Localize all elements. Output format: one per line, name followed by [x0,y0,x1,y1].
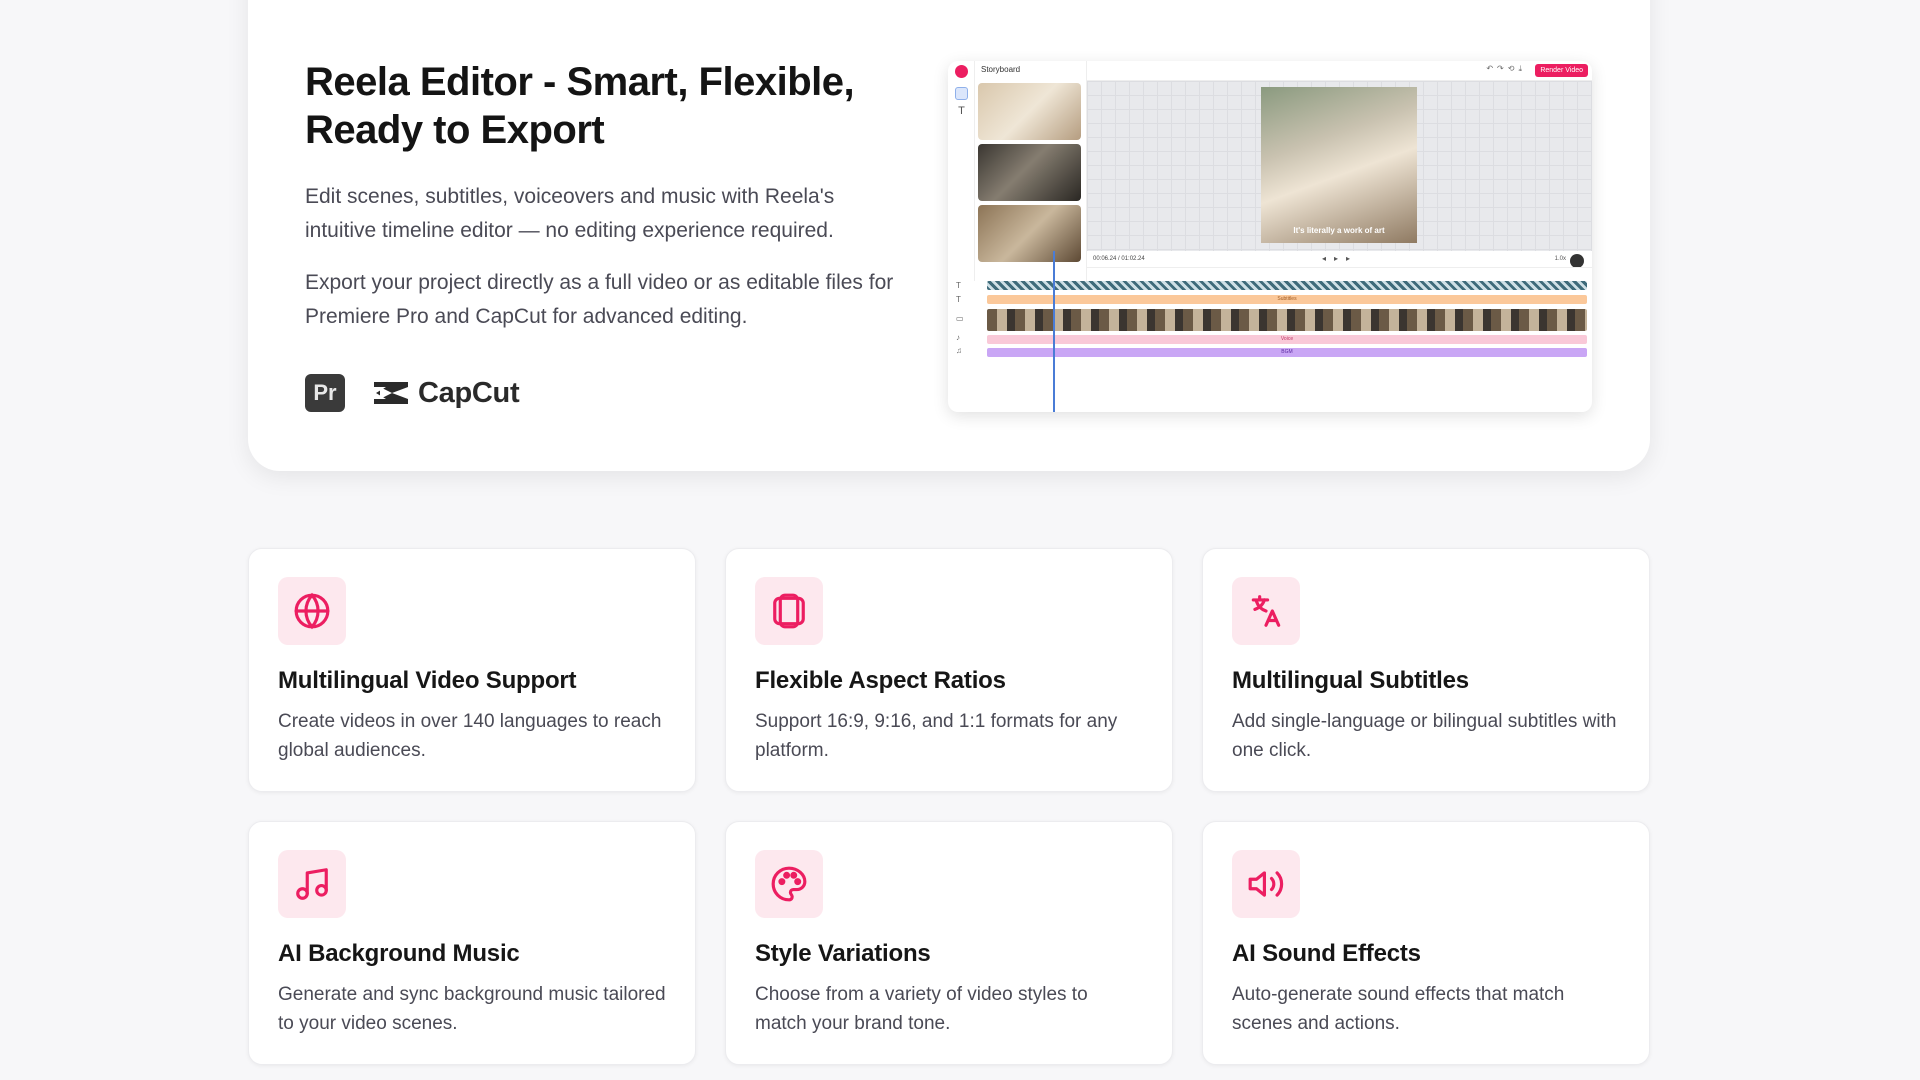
palette-icon [755,850,823,918]
feature-description: Choose from a variety of video styles to… [755,984,1088,1034]
hero-description: Edit scenes, subtitles, voiceovers and m… [305,185,835,242]
playback-controls: 00:06.24 / 01:02.24 ◂▸▸ 1.0x [1087,251,1592,281]
timecode: 00:06.24 / 01:02.24 [1093,256,1145,262]
render-video-button[interactable]: Render Video [1535,64,1588,77]
capcut-wordmark: CapCut [418,376,520,409]
translate-icon [1232,577,1300,645]
feature-card: Style Variations Choose from a variety o… [725,821,1173,1065]
features-grid: Multilingual Video Support Create videos… [248,548,1650,1065]
capcut-icon [374,382,408,404]
premiere-pro-logo: Pr [305,374,345,412]
playhead[interactable] [1053,251,1055,412]
feature-description: Auto-generate sound effects that match s… [1232,984,1565,1034]
feature-title: Flexible Aspect Ratios [755,667,1006,694]
voice-track[interactable]: Voice [987,335,1587,344]
play-controls[interactable]: ◂▸▸ [1322,254,1358,263]
feature-card: AI Background Music Generate and sync ba… [248,821,696,1065]
feature-card: Multilingual Subtitles Add single-langua… [1202,548,1650,792]
text-tool-icon[interactable]: T [955,105,968,118]
hero-card: Reela Editor - Smart, Flexible, Ready to… [248,0,1650,471]
speaker-icon [1232,850,1300,918]
subtitle-caption: It's literally a work of art [1293,226,1385,235]
timeline-ruler [1087,267,1592,281]
feature-description: Create videos in over 140 languages to r… [278,711,662,761]
aspect-ratio-icon [755,577,823,645]
feature-description: Support 16:9, 9:16, and 1:1 formats for … [755,711,1118,761]
feature-title: Multilingual Video Support [278,667,577,694]
feature-card: AI Sound Effects Auto-generate sound eff… [1202,821,1650,1065]
feature-title: Multilingual Subtitles [1232,667,1469,694]
bgm-track[interactable]: BGM [987,348,1587,357]
export-logos: Pr CapCut [305,374,905,412]
globe-icon [278,577,346,645]
video-preview[interactable]: It's literally a work of art [1261,87,1417,243]
subtitle-track-label: Subtitles [1277,296,1297,302]
scene-thumbnail[interactable] [978,144,1081,201]
timeline: T T ▭ ♪ ♫ Subtitles Voice BGM [948,281,1592,412]
feature-card: Multilingual Video Support Create videos… [248,548,696,792]
feature-card: Flexible Aspect Ratios Support 16:9, 9:1… [725,548,1173,792]
hero-title: Reela Editor - Smart, Flexible, Ready to… [305,60,855,152]
editor-sidebar: T [948,61,975,281]
feature-description: Add single-language or bilingual subtitl… [1232,711,1617,761]
storyboard-label: Storyboard [981,65,1021,74]
feature-description: Generate and sync background music tailo… [278,984,666,1034]
music-note-icon [278,850,346,918]
preview-canvas: It's literally a work of art [1087,81,1592,251]
bgm-track-label: BGM [1281,349,1293,355]
toolbar-icons[interactable]: ↶↷⟲⤓ [1486,64,1526,74]
scene-thumbnail[interactable] [978,205,1081,262]
subtitle-track[interactable]: Subtitles [987,295,1587,304]
hero-text: Reela Editor - Smart, Flexible, Ready to… [305,58,905,412]
editor-main: ↶↷⟲⤓ Render Video It's literally a work … [1087,61,1592,281]
video-track[interactable] [987,309,1587,331]
editor-preview: T Storyboard ↶↷⟲⤓ Render Video It's lite… [948,61,1592,412]
zoom-level: 1.0x [1554,256,1566,262]
reela-logo [955,65,968,78]
feature-title: Style Variations [755,940,931,967]
capcut-logo: CapCut [372,376,520,410]
scene-thumbnail[interactable] [978,83,1081,140]
feature-title: AI Sound Effects [1232,940,1421,967]
feature-title: AI Background Music [278,940,520,967]
scenes-tool-icon[interactable] [955,87,968,100]
avatar[interactable] [1570,254,1584,268]
editor-toolbar: ↶↷⟲⤓ Render Video [1087,61,1592,81]
storyboard-panel: Storyboard [975,61,1087,281]
hero-export-description: Export your project directly as a full v… [305,271,894,328]
voice-track-label: Voice [1280,336,1294,342]
title-track[interactable] [987,281,1587,290]
